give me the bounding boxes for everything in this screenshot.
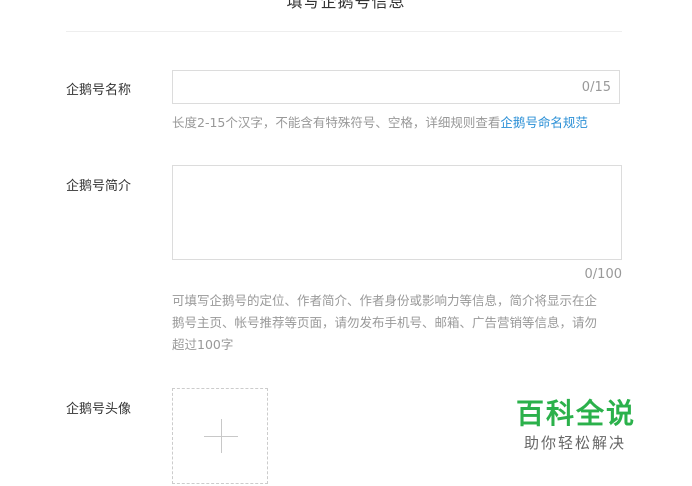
intro-help-line: 可填写企鹅号的定位、作者简介、作者身份或影响力等信息，简介将显示在企: [172, 293, 598, 308]
intro-textarea[interactable]: [172, 165, 622, 260]
watermark-title: 百科全说: [516, 397, 637, 430]
intro-char-counter: 0/100: [584, 267, 622, 282]
intro-help-text: 可填写企鹅号的定位、作者简介、作者身份或影响力等信息，简介将显示在企 鹅号主页、…: [172, 290, 597, 356]
avatar-field-label: 企鹅号头像: [66, 402, 132, 417]
name-help-prefix: 长度2-15个汉字，不能含有特殊符号、空格，详细规则查看: [172, 115, 501, 130]
name-help-text: 长度2-15个汉字，不能含有特殊符号、空格，详细规则查看企鹅号命名规范: [172, 112, 588, 134]
name-input[interactable]: 0/15: [172, 70, 620, 104]
intro-help-line: 鹅号主页、帐号推荐等页面，请勿发布手机号、邮箱、广告营销等信息，请勿: [172, 315, 598, 330]
avatar-upload-button[interactable]: [172, 388, 268, 484]
naming-rules-link[interactable]: 企鹅号命名规范: [500, 115, 588, 130]
name-field-label: 企鹅号名称: [66, 83, 132, 98]
divider: [66, 31, 622, 32]
name-char-counter: 0/15: [581, 80, 611, 95]
intro-field-label: 企鹅号简介: [66, 179, 132, 194]
intro-help-line: 超过100字: [172, 337, 234, 352]
section-title: 填写企鹅号信息: [286, 0, 406, 11]
watermark-subtitle: 助你轻松解决: [524, 434, 627, 452]
